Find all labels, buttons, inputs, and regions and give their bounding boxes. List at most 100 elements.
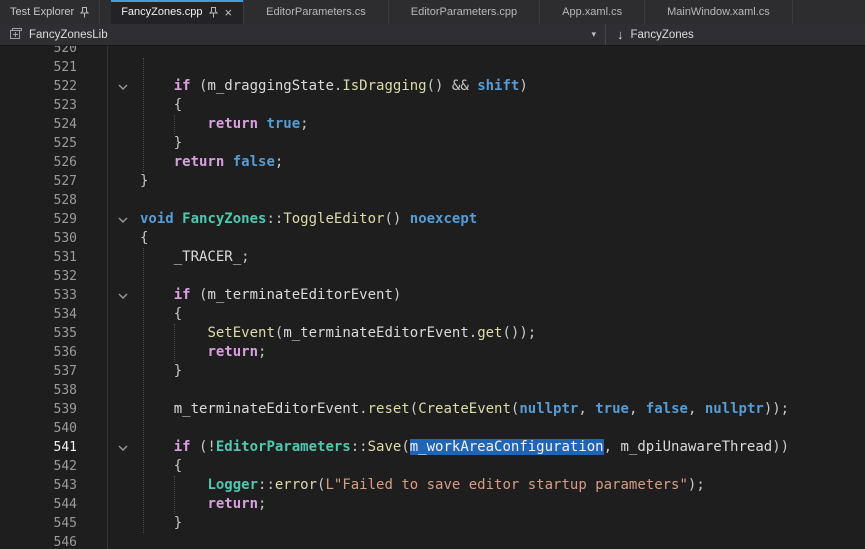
- indent-guide: [143, 248, 144, 533]
- line-number: 537: [0, 362, 88, 381]
- line-number: 530: [0, 229, 88, 248]
- code-text: m_terminateEditorEvent.reset(CreateEvent…: [140, 400, 865, 419]
- line-number: 525: [0, 134, 88, 153]
- pin-icon[interactable]: [209, 7, 218, 18]
- code-text: [140, 419, 865, 438]
- code-line-543[interactable]: 543 Logger::error(L"Failed to save edito…: [0, 476, 865, 495]
- line-number: 521: [0, 58, 88, 77]
- code-line-534[interactable]: 534 {: [0, 305, 865, 324]
- code-line-542[interactable]: 542 {: [0, 457, 865, 476]
- tab-mainwindow-xaml-cs[interactable]: MainWindow.xaml.cs: [645, 0, 793, 24]
- tab-label: FancyZones.cpp: [121, 6, 202, 18]
- fold-gutter: [88, 476, 140, 495]
- code-line-523[interactable]: 523 {: [0, 96, 865, 115]
- code-line-520[interactable]: 520: [0, 46, 865, 58]
- tab-label: MainWindow.xaml.cs: [667, 6, 770, 18]
- line-number: 544: [0, 495, 88, 514]
- code-text: [140, 46, 865, 58]
- code-text: [140, 191, 865, 210]
- fold-gutter: [88, 229, 140, 248]
- fold-gutter: [88, 362, 140, 381]
- indent-guide: [174, 115, 175, 134]
- pin-icon[interactable]: [80, 7, 89, 18]
- tab-label: Test Explorer: [10, 6, 74, 18]
- line-number: 545: [0, 514, 88, 533]
- code-line-544[interactable]: 544 return;: [0, 495, 865, 514]
- line-number: 539: [0, 400, 88, 419]
- code-editor: 520521522 if (m_draggingState.IsDragging…: [0, 46, 865, 549]
- code-text: return;: [140, 343, 865, 362]
- fold-gutter: [88, 533, 140, 549]
- code-text: [140, 267, 865, 286]
- code-text: if (!EditorParameters::Save(m_workAreaCo…: [140, 438, 865, 457]
- fold-gutter: [88, 46, 140, 58]
- code-line-539[interactable]: 539 m_terminateEditorEvent.reset(CreateE…: [0, 400, 865, 419]
- code-line-535[interactable]: 535 SetEvent(m_terminateEditorEvent.get(…: [0, 324, 865, 343]
- code-text: }: [140, 134, 865, 153]
- fold-gutter: [88, 324, 140, 343]
- code-line-532[interactable]: 532: [0, 267, 865, 286]
- code-text: Logger::error(L"Failed to save editor st…: [140, 476, 865, 495]
- chevron-down-icon: ▾: [591, 29, 596, 40]
- close-icon[interactable]: ×: [224, 6, 234, 19]
- line-number: 540: [0, 419, 88, 438]
- fold-gutter: [88, 495, 140, 514]
- tab-label: App.xaml.cs: [562, 6, 622, 18]
- line-number: 524: [0, 115, 88, 134]
- line-number: 522: [0, 77, 88, 96]
- code-text: [140, 58, 865, 77]
- tab-test-explorer[interactable]: Test Explorer: [0, 0, 100, 24]
- fold-chevron-icon[interactable]: [88, 210, 140, 229]
- project-dropdown[interactable]: FancyZonesLib ▾: [0, 24, 606, 45]
- project-icon: [9, 28, 22, 41]
- code-line-540[interactable]: 540: [0, 419, 865, 438]
- code-text: return false;: [140, 153, 865, 172]
- fold-chevron-icon[interactable]: [88, 77, 140, 96]
- code-text: void FancyZones::ToggleEditor() noexcept: [140, 210, 865, 229]
- fold-gutter: [88, 134, 140, 153]
- line-number: 532: [0, 267, 88, 286]
- navigation-bar: FancyZonesLib ▾ ↓ FancyZones: [0, 24, 865, 46]
- code-line-531[interactable]: 531 _TRACER_;: [0, 248, 865, 267]
- code-line-546[interactable]: 546: [0, 533, 865, 549]
- line-number: 541: [0, 438, 88, 457]
- code-line-537[interactable]: 537 }: [0, 362, 865, 381]
- line-number: 523: [0, 96, 88, 115]
- code-line-528[interactable]: 528: [0, 191, 865, 210]
- code-line-529[interactable]: 529void FancyZones::ToggleEditor() noexc…: [0, 210, 865, 229]
- code-text: if (m_terminateEditorEvent): [140, 286, 865, 305]
- fold-gutter: [88, 191, 140, 210]
- code-text: {: [140, 96, 865, 115]
- code-line-530[interactable]: 530{: [0, 229, 865, 248]
- code-line-541[interactable]: 541 if (!EditorParameters::Save(m_workAr…: [0, 438, 865, 457]
- fold-gutter: [88, 305, 140, 324]
- fold-chevron-icon[interactable]: [88, 438, 140, 457]
- code-line-525[interactable]: 525 }: [0, 134, 865, 153]
- fold-gutter: [88, 343, 140, 362]
- code-line-524[interactable]: 524 return true;: [0, 115, 865, 134]
- fold-gutter: [88, 248, 140, 267]
- code-line-533[interactable]: 533 if (m_terminateEditorEvent): [0, 286, 865, 305]
- tab-editorparameters-cpp[interactable]: EditorParameters.cpp: [389, 0, 540, 24]
- tab-editorparameters-cs[interactable]: EditorParameters.cs: [244, 0, 389, 24]
- scope-dropdown-label: FancyZones: [631, 29, 694, 41]
- code-text: [140, 381, 865, 400]
- code-line-538[interactable]: 538: [0, 381, 865, 400]
- tab-label: EditorParameters.cs: [266, 6, 366, 18]
- scope-dropdown[interactable]: ↓ FancyZones: [606, 24, 865, 45]
- line-number: 536: [0, 343, 88, 362]
- code-line-521[interactable]: 521: [0, 58, 865, 77]
- code-text: return;: [140, 495, 865, 514]
- fold-chevron-icon[interactable]: [88, 286, 140, 305]
- code-line-527[interactable]: 527}: [0, 172, 865, 191]
- tab-label: EditorParameters.cpp: [411, 6, 517, 18]
- line-number: 526: [0, 153, 88, 172]
- code-line-522[interactable]: 522 if (m_draggingState.IsDragging() && …: [0, 77, 865, 96]
- fold-gutter: [88, 267, 140, 286]
- line-number: 531: [0, 248, 88, 267]
- code-line-545[interactable]: 545 }: [0, 514, 865, 533]
- tab-app-xaml-cs[interactable]: App.xaml.cs: [540, 0, 645, 24]
- tab-fancyzones-cpp[interactable]: FancyZones.cpp ×: [111, 0, 244, 24]
- code-line-536[interactable]: 536 return;: [0, 343, 865, 362]
- code-line-526[interactable]: 526 return false;: [0, 153, 865, 172]
